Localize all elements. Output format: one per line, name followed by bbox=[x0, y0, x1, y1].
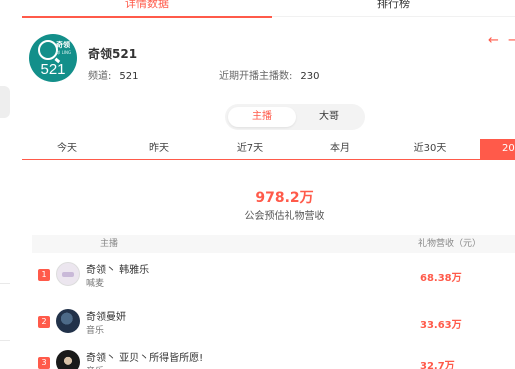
period-last-30-days[interactable]: 近30天 bbox=[385, 139, 475, 159]
guild-name: 奇领521 bbox=[88, 47, 138, 61]
total-revenue-value: 978.2万 bbox=[255, 190, 314, 206]
segment-boss[interactable]: 大哥 bbox=[295, 107, 363, 127]
rank-badge: 3 bbox=[38, 357, 50, 369]
logo-q-mark bbox=[38, 40, 58, 60]
anchor-category: 喊麦 bbox=[86, 279, 105, 289]
guild-detail-panel: 详情数据 排行榜 奇领 QI LING 521 奇领521 频道: 521 近期开… bbox=[22, 0, 515, 369]
period-this-month[interactable]: 本月 bbox=[295, 139, 385, 159]
table-row[interactable]: 3 奇领丶 亚贝丶所得皆所愿! 音乐 32.7万 bbox=[32, 346, 515, 369]
anchor-revenue: 32.7万 bbox=[420, 361, 455, 369]
anchor-revenue: 33.63万 bbox=[420, 320, 462, 331]
period-tabs: 今天 昨天 近7天 本月 近30天 20 bbox=[22, 139, 515, 160]
room-value: 521 bbox=[119, 71, 139, 82]
divider bbox=[0, 283, 10, 284]
anchor-name: 奇领丶 亚贝丶所得皆所愿! bbox=[86, 353, 204, 364]
anchor-count-info: 近期开播主播数: 230 bbox=[219, 67, 319, 82]
column-anchor: 主播 bbox=[100, 239, 119, 249]
column-revenue: 礼物营收（元） bbox=[418, 239, 482, 249]
guild-logo: 奇领 QI LING 521 bbox=[29, 34, 77, 82]
table-row[interactable]: 1 奇领丶 韩雅乐 喊麦 68.38万 bbox=[32, 258, 515, 298]
divider bbox=[0, 340, 10, 341]
period-yesterday[interactable]: 昨天 bbox=[114, 139, 204, 159]
period-today[interactable]: 今天 bbox=[22, 139, 112, 159]
anchor-revenue: 68.38万 bbox=[420, 273, 462, 284]
period-custom-selected[interactable]: 20 bbox=[480, 139, 515, 159]
table-header: 主播 礼物营收（元） bbox=[32, 235, 515, 253]
panel-handle[interactable] bbox=[0, 86, 10, 118]
tab-detail-data[interactable]: 详情数据 bbox=[22, 0, 272, 18]
anchor-count-label: 近期开播主播数: bbox=[219, 71, 293, 82]
anchor-name: 奇领曼妍 bbox=[86, 312, 126, 323]
left-panel-edge bbox=[0, 0, 10, 369]
rank-badge: 1 bbox=[38, 269, 50, 281]
anchor-count-value: 230 bbox=[300, 71, 320, 82]
avatar bbox=[56, 350, 80, 369]
host-boss-toggle: 主播 大哥 bbox=[225, 104, 365, 130]
period-last-7-days[interactable]: 近7天 bbox=[205, 139, 295, 159]
anchor-name: 奇领丶 韩雅乐 bbox=[86, 265, 150, 276]
anchor-category: 音乐 bbox=[86, 326, 105, 336]
top-tabs: 详情数据 排行榜 bbox=[22, 0, 515, 18]
room-label: 频道: bbox=[88, 71, 112, 82]
anchor-category: 音乐 bbox=[86, 364, 104, 369]
room-info: 频道: 521 bbox=[88, 67, 138, 82]
total-revenue-label: 公会预估礼物营收 bbox=[244, 211, 325, 222]
logo-brand-text: 奇领 bbox=[56, 41, 70, 49]
avatar bbox=[56, 309, 80, 333]
arrow-left-icon[interactable]: ← bbox=[488, 34, 502, 47]
avatar bbox=[56, 262, 80, 286]
table-row[interactable]: 2 奇领曼妍 音乐 33.63万 bbox=[32, 305, 515, 345]
segment-host[interactable]: 主播 bbox=[228, 107, 296, 127]
arrow-right-icon[interactable]: → bbox=[508, 34, 515, 47]
logo-sub-text: QI LING bbox=[56, 50, 72, 55]
page: 详情数据 排行榜 奇领 QI LING 521 奇领521 频道: 521 近期开… bbox=[0, 0, 515, 369]
tab-ranking[interactable]: 排行榜 bbox=[272, 0, 515, 14]
rank-badge: 2 bbox=[38, 316, 50, 328]
logo-number: 521 bbox=[40, 61, 66, 78]
